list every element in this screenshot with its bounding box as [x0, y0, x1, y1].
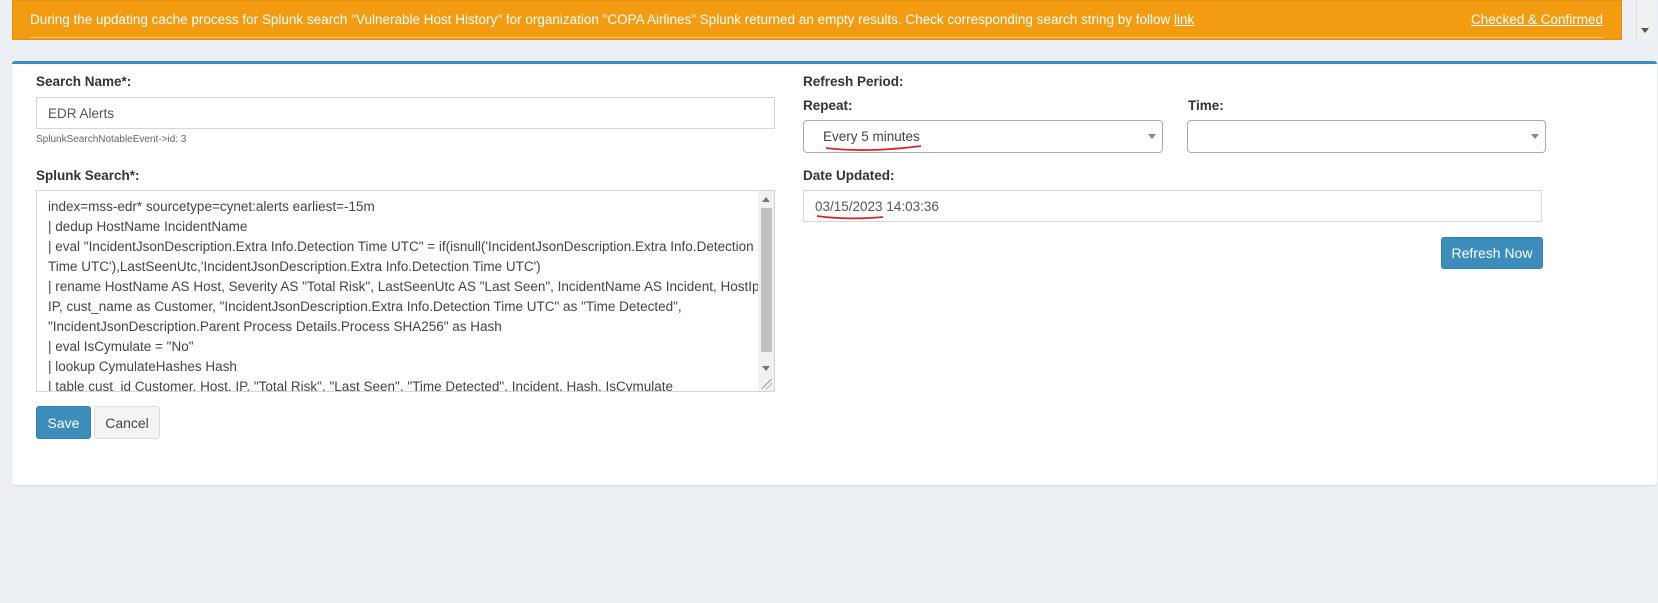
scroll-up-arrow-icon[interactable]: [762, 197, 770, 202]
date-updated-label: Date Updated:: [803, 168, 895, 183]
splunk-search-label: Splunk Search*:: [36, 168, 140, 183]
refresh-period-label: Refresh Period:: [803, 74, 904, 89]
chevron-down-icon: [1531, 134, 1539, 139]
refresh-now-button[interactable]: Refresh Now: [1441, 237, 1543, 269]
resize-grip-icon[interactable]: [762, 379, 772, 389]
repeat-select[interactable]: Every 5 minutes: [803, 120, 1163, 153]
textarea-scrollbar[interactable]: [758, 191, 774, 391]
alert-scrollbar[interactable]: [1636, 0, 1653, 40]
alert-divider: [30, 37, 1603, 38]
alert-link[interactable]: link: [1174, 12, 1194, 27]
alert-message-text: During the updating cache process for Sp…: [30, 12, 1174, 27]
scroll-down-arrow-icon[interactable]: [1641, 28, 1649, 33]
splunk-search-text[interactable]: index=mss-edr* sourcetype=cynet:alerts e…: [48, 197, 774, 391]
checked-confirmed-link[interactable]: Checked & Confirmed: [1471, 12, 1603, 27]
splunk-search-textarea[interactable]: index=mss-edr* sourcetype=cynet:alerts e…: [36, 190, 775, 392]
save-button[interactable]: Save: [36, 406, 91, 439]
search-name-input[interactable]: EDR Alerts: [36, 97, 775, 129]
repeat-selected-value: Every 5 minutes: [823, 129, 920, 144]
date-updated-field: 03/15/2023 14:03:36: [803, 190, 1542, 222]
time-label: Time:: [1188, 98, 1224, 113]
alert-message: During the updating cache process for Sp…: [30, 12, 1194, 27]
scrollbar-thumb[interactable]: [761, 208, 772, 352]
alert-banner-container: During the updating cache process for Sp…: [12, 0, 1653, 40]
search-id-hint: SplunkSearchNotableEvent->id: 3: [36, 134, 187, 145]
search-edit-panel: Search Name*: EDR Alerts SplunkSearchNot…: [12, 61, 1657, 485]
cancel-button[interactable]: Cancel: [94, 406, 160, 439]
warning-alert: During the updating cache process for Sp…: [12, 0, 1622, 40]
scroll-down-arrow-icon[interactable]: [762, 366, 770, 371]
chevron-down-icon: [1148, 134, 1156, 139]
repeat-label: Repeat:: [803, 98, 853, 113]
time-select[interactable]: [1187, 120, 1546, 153]
search-name-label: Search Name*:: [36, 74, 132, 89]
